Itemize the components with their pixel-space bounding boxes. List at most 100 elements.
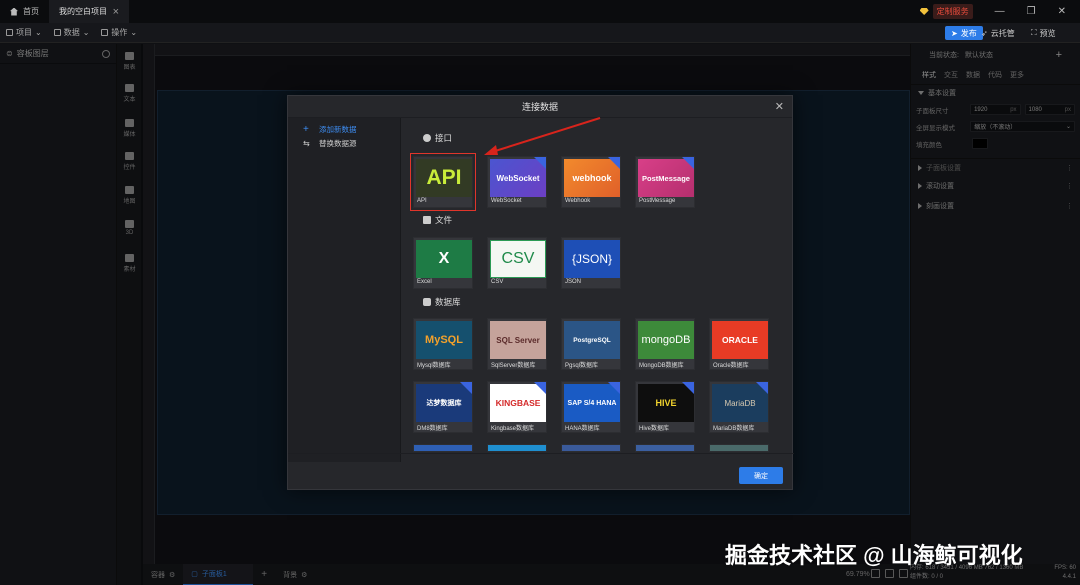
chevron-down-icon: ⌄ bbox=[35, 28, 42, 37]
card-excel[interactable]: X Excel bbox=[413, 237, 473, 289]
card-partial bbox=[487, 444, 547, 452]
dialog-footer: 确定 bbox=[288, 453, 794, 491]
mongodb-thumb: mongoDB bbox=[638, 321, 694, 359]
rocket-icon: ➶ bbox=[981, 28, 988, 38]
card-hana[interactable]: SAP S/4 HANA HANA数据库 bbox=[561, 381, 621, 433]
card-kingbase[interactable]: KINGBASE Kingbase数据库 bbox=[487, 381, 547, 433]
close-tab-icon[interactable]: × bbox=[113, 6, 119, 18]
tab-project[interactable]: 我的空白项目 × bbox=[49, 0, 129, 23]
api-thumb: API bbox=[416, 159, 472, 197]
card-oracle-label: Oracle数据库 bbox=[713, 363, 749, 369]
card-api-label: API bbox=[417, 198, 427, 204]
menu-project[interactable]: 项目 ⌄ bbox=[0, 27, 48, 38]
menu-operate-label: 操作 bbox=[111, 28, 128, 37]
card-mongodb[interactable]: mongoDB MongoDB数据库 bbox=[635, 318, 695, 370]
card-dm8[interactable]: 达梦数据库 DM8数据库 bbox=[413, 381, 473, 433]
card-sqlserver[interactable]: SQL Server SqlServer数据库 bbox=[487, 318, 547, 370]
arrow-shaft bbox=[491, 117, 601, 153]
send-icon: ➤ bbox=[951, 28, 958, 38]
card-csv-label: CSV bbox=[491, 279, 504, 285]
mariadb-thumb: MariaDB bbox=[712, 384, 768, 422]
card-hive-label: Hive数据库 bbox=[639, 426, 670, 432]
mysql-thumb: MySQL bbox=[416, 321, 472, 359]
card-partial bbox=[635, 444, 695, 452]
card-pgsql[interactable]: PostgreSQL Pgsql数据库 bbox=[561, 318, 621, 370]
sidebar-item-replace-source[interactable]: ⇆ 替换数据源 bbox=[288, 136, 400, 150]
diamond-icon bbox=[919, 8, 929, 15]
category-file: 文件 bbox=[423, 214, 452, 226]
tab-project-label: 我的空白项目 bbox=[59, 7, 107, 16]
vip-label: 定制服务 bbox=[932, 4, 973, 19]
card-mariadb-label: MariaDB数据库 bbox=[713, 426, 755, 432]
card-json-label: JSON bbox=[565, 279, 582, 285]
card-csv[interactable]: CSV CSV bbox=[487, 237, 547, 289]
card-json[interactable]: {JSON} JSON bbox=[561, 237, 621, 289]
menu-project-label: 项目 bbox=[16, 28, 32, 37]
card-hive[interactable]: HIVE Hive数据库 bbox=[635, 381, 695, 433]
excel-thumb: X bbox=[416, 240, 472, 278]
dialog-body: 接口 API API WebSocket WebSocket webhook W… bbox=[402, 118, 793, 452]
card-hana-label: HANA数据库 bbox=[565, 426, 600, 432]
chevron-down-icon: ⌄ bbox=[130, 28, 138, 37]
category-file-title: 文件 bbox=[435, 215, 453, 225]
category-database: 数据库 bbox=[423, 296, 461, 308]
card-partial bbox=[561, 444, 621, 452]
cloud-label: 云托管 bbox=[990, 28, 1015, 38]
card-mariadb[interactable]: MariaDB MariaDB数据库 bbox=[709, 381, 769, 433]
title-bar: 首页 我的空白项目 × 定制服务 — ❐ ✕ bbox=[0, 0, 1080, 23]
card-partial bbox=[413, 444, 473, 452]
sidebar-add-label: 添加新数据 bbox=[319, 124, 357, 134]
card-kingbase-label: Kingbase数据库 bbox=[491, 426, 535, 432]
card-excel-label: Excel bbox=[417, 279, 432, 285]
preview-button[interactable]: ⛶ 预览 bbox=[1025, 26, 1062, 40]
confirm-button[interactable]: 确定 bbox=[739, 467, 783, 484]
category-interface-title: 接口 bbox=[435, 133, 453, 143]
plus-icon: + bbox=[303, 123, 309, 135]
websocket-thumb: WebSocket bbox=[490, 159, 546, 197]
hive-thumb: HIVE bbox=[638, 384, 694, 422]
card-websocket[interactable]: WebSocket WebSocket bbox=[487, 156, 547, 208]
annotation-arrow bbox=[484, 117, 601, 155]
card-api[interactable]: API API bbox=[410, 153, 476, 211]
kingbase-thumb: KINGBASE bbox=[490, 384, 546, 422]
database-icon bbox=[423, 298, 431, 306]
close-icon[interactable]: ✕ bbox=[775, 100, 784, 113]
window-controls: 定制服务 — ❐ ✕ bbox=[919, 0, 1080, 23]
menu-operate[interactable]: 操作 ⌄ bbox=[95, 27, 143, 38]
sidebar-item-add-data[interactable]: + 添加新数据 bbox=[288, 122, 400, 136]
json-thumb: {JSON} bbox=[564, 240, 620, 278]
card-sqlserver-label: SqlServer数据库 bbox=[491, 363, 536, 369]
card-webhook[interactable]: webhook Webhook bbox=[561, 156, 621, 208]
webhook-thumb: webhook bbox=[564, 159, 620, 197]
card-mysql[interactable]: MySQL Mysql数据库 bbox=[413, 318, 473, 370]
card-partial bbox=[709, 444, 769, 452]
home-icon bbox=[10, 7, 18, 16]
card-oracle[interactable]: ORACLE Oracle数据库 bbox=[709, 318, 769, 370]
card-mysql-label: Mysql数据库 bbox=[417, 363, 451, 369]
pgsql-thumb: PostgreSQL bbox=[564, 321, 620, 359]
menu-data-label: 数据 bbox=[63, 28, 80, 37]
swap-icon: ⇆ bbox=[303, 138, 310, 148]
card-mongodb-label: MongoDB数据库 bbox=[639, 363, 684, 369]
postmessage-thumb: PostMessage bbox=[638, 159, 694, 197]
watermark: 掘金技术社区 @ 山海鲸可视化 bbox=[725, 543, 1023, 568]
card-pgsql-label: Pgsql数据库 bbox=[565, 363, 599, 369]
card-dm8-label: DM8数据库 bbox=[417, 426, 448, 432]
menu-data[interactable]: 数据 ⌄ bbox=[48, 27, 96, 38]
hana-thumb: SAP S/4 HANA bbox=[564, 384, 620, 422]
card-postmessage[interactable]: PostMessage PostMessage bbox=[635, 156, 695, 208]
vip-badge[interactable]: 定制服务 bbox=[919, 4, 973, 19]
category-database-title: 数据库 bbox=[435, 297, 461, 307]
cloud-host-button[interactable]: ➶ 云托管 bbox=[975, 26, 1021, 40]
arrow-head bbox=[484, 145, 498, 155]
preview-label: 预览 bbox=[1039, 28, 1056, 38]
operate-icon bbox=[101, 29, 109, 36]
minimize-icon[interactable]: — bbox=[995, 6, 1005, 17]
toolbar: 项目 ⌄ 数据 ⌄ 操作 ⌄ bbox=[0, 23, 1080, 43]
close-window-icon[interactable]: ✕ bbox=[1058, 6, 1066, 17]
maximize-icon[interactable]: ❐ bbox=[1027, 6, 1036, 17]
tab-home[interactable]: 首页 bbox=[0, 0, 49, 23]
expand-icon: ⛶ bbox=[1031, 28, 1037, 37]
oracle-thumb: ORACLE bbox=[712, 321, 768, 359]
sidebar-replace-label: 替换数据源 bbox=[319, 138, 357, 148]
